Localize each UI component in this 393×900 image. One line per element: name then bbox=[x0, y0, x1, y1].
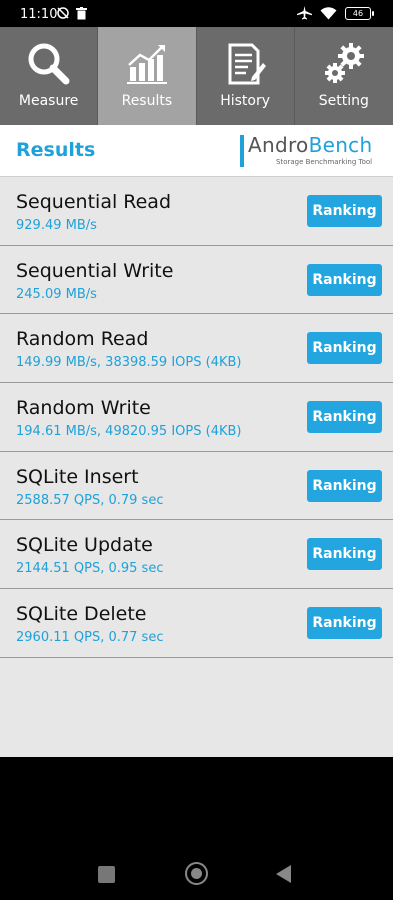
result-row-sqlite-update: SQLite Update 2144.51 QPS, 0.95 sec Rank… bbox=[0, 520, 393, 590]
recent-apps-button[interactable] bbox=[98, 866, 115, 883]
tab-setting[interactable]: Setting bbox=[295, 27, 393, 125]
result-row-random-read: Random Read 149.99 MB/s, 38398.59 IOPS (… bbox=[0, 314, 393, 384]
ranking-button[interactable]: Ranking bbox=[307, 332, 382, 365]
results-header: Results AndroBench Storage Benchmarking … bbox=[0, 125, 393, 177]
ranking-button[interactable]: Ranking bbox=[307, 469, 382, 502]
result-value: 929.49 MB/s bbox=[16, 218, 97, 233]
tab-results[interactable]: Results bbox=[98, 27, 197, 125]
logo-andro: Andro bbox=[248, 133, 309, 157]
main-tab-bar: Measure Results History Setting bbox=[0, 27, 393, 125]
status-bar: 11:10 46 bbox=[0, 0, 393, 27]
logo-subtitle: Storage Benchmarking Tool bbox=[276, 158, 373, 166]
logo-bar bbox=[240, 135, 244, 167]
result-name: SQLite Delete bbox=[16, 603, 147, 626]
battery-icon: 46 bbox=[345, 6, 374, 20]
tab-setting-label: Setting bbox=[318, 93, 369, 109]
result-row-random-write: Random Write 194.61 MB/s, 49820.95 IOPS … bbox=[0, 383, 393, 452]
result-value: 2588.57 QPS, 0.79 sec bbox=[16, 492, 164, 508]
result-value: 245.09 MB/s bbox=[16, 286, 97, 302]
ranking-button[interactable]: Ranking bbox=[307, 195, 382, 227]
result-value: 2144.51 QPS, 0.95 sec bbox=[16, 561, 164, 577]
result-row-sqlite-insert: SQLite Insert 2588.57 QPS, 0.79 sec Rank… bbox=[0, 452, 393, 521]
magnifier-icon bbox=[28, 43, 70, 85]
result-value: 194.61 MB/s, 49820.95 IOPS (4KB) bbox=[16, 424, 242, 440]
ranking-button[interactable]: Ranking bbox=[307, 401, 382, 434]
chart-icon bbox=[126, 45, 167, 84]
airplane-icon bbox=[297, 6, 312, 20]
result-value: 2960.11 QPS, 0.77 sec bbox=[16, 630, 164, 646]
ranking-button[interactable]: Ranking bbox=[307, 538, 382, 571]
no-sync-icon bbox=[57, 7, 69, 19]
result-name: Random Write bbox=[16, 397, 151, 420]
result-name: SQLite Update bbox=[16, 534, 153, 557]
tab-results-label: Results bbox=[121, 93, 173, 109]
back-button[interactable] bbox=[276, 865, 291, 883]
trash-icon bbox=[76, 6, 87, 19]
battery-level: 46 bbox=[352, 8, 364, 18]
gears-icon bbox=[324, 43, 364, 83]
result-name: SQLite Insert bbox=[16, 465, 139, 488]
page-title: Results bbox=[16, 139, 96, 161]
result-name: Random Read bbox=[16, 328, 149, 351]
status-time: 11:10 bbox=[20, 7, 58, 22]
result-row-sequential-write: Sequential Write 245.09 MB/s Ranking bbox=[0, 246, 393, 315]
result-value: 149.99 MB/s, 38398.59 IOPS (4KB) bbox=[16, 355, 242, 371]
logo-bench: Bench bbox=[308, 133, 373, 157]
ranking-button[interactable]: Ranking bbox=[307, 607, 382, 640]
tab-measure[interactable]: Measure bbox=[0, 27, 99, 125]
document-icon bbox=[228, 43, 267, 85]
results-list: Sequential Read 929.49 MB/s Ranking Sequ… bbox=[0, 177, 393, 757]
result-name: Sequential Write bbox=[16, 259, 174, 282]
result-row-sequential-read: Sequential Read 929.49 MB/s Ranking bbox=[0, 177, 393, 246]
result-row-sqlite-delete: SQLite Delete 2960.11 QPS, 0.77 sec Rank… bbox=[0, 589, 393, 658]
ranking-button[interactable]: Ranking bbox=[307, 263, 382, 296]
wifi-icon bbox=[320, 6, 337, 19]
tab-history[interactable]: History bbox=[197, 27, 295, 125]
tab-measure-label: Measure bbox=[18, 93, 79, 109]
tab-history-label: History bbox=[220, 93, 271, 109]
home-button[interactable] bbox=[185, 862, 208, 885]
androbench-logo: AndroBench Storage Benchmarking Tool bbox=[240, 133, 377, 171]
result-name: Sequential Read bbox=[16, 191, 172, 213]
